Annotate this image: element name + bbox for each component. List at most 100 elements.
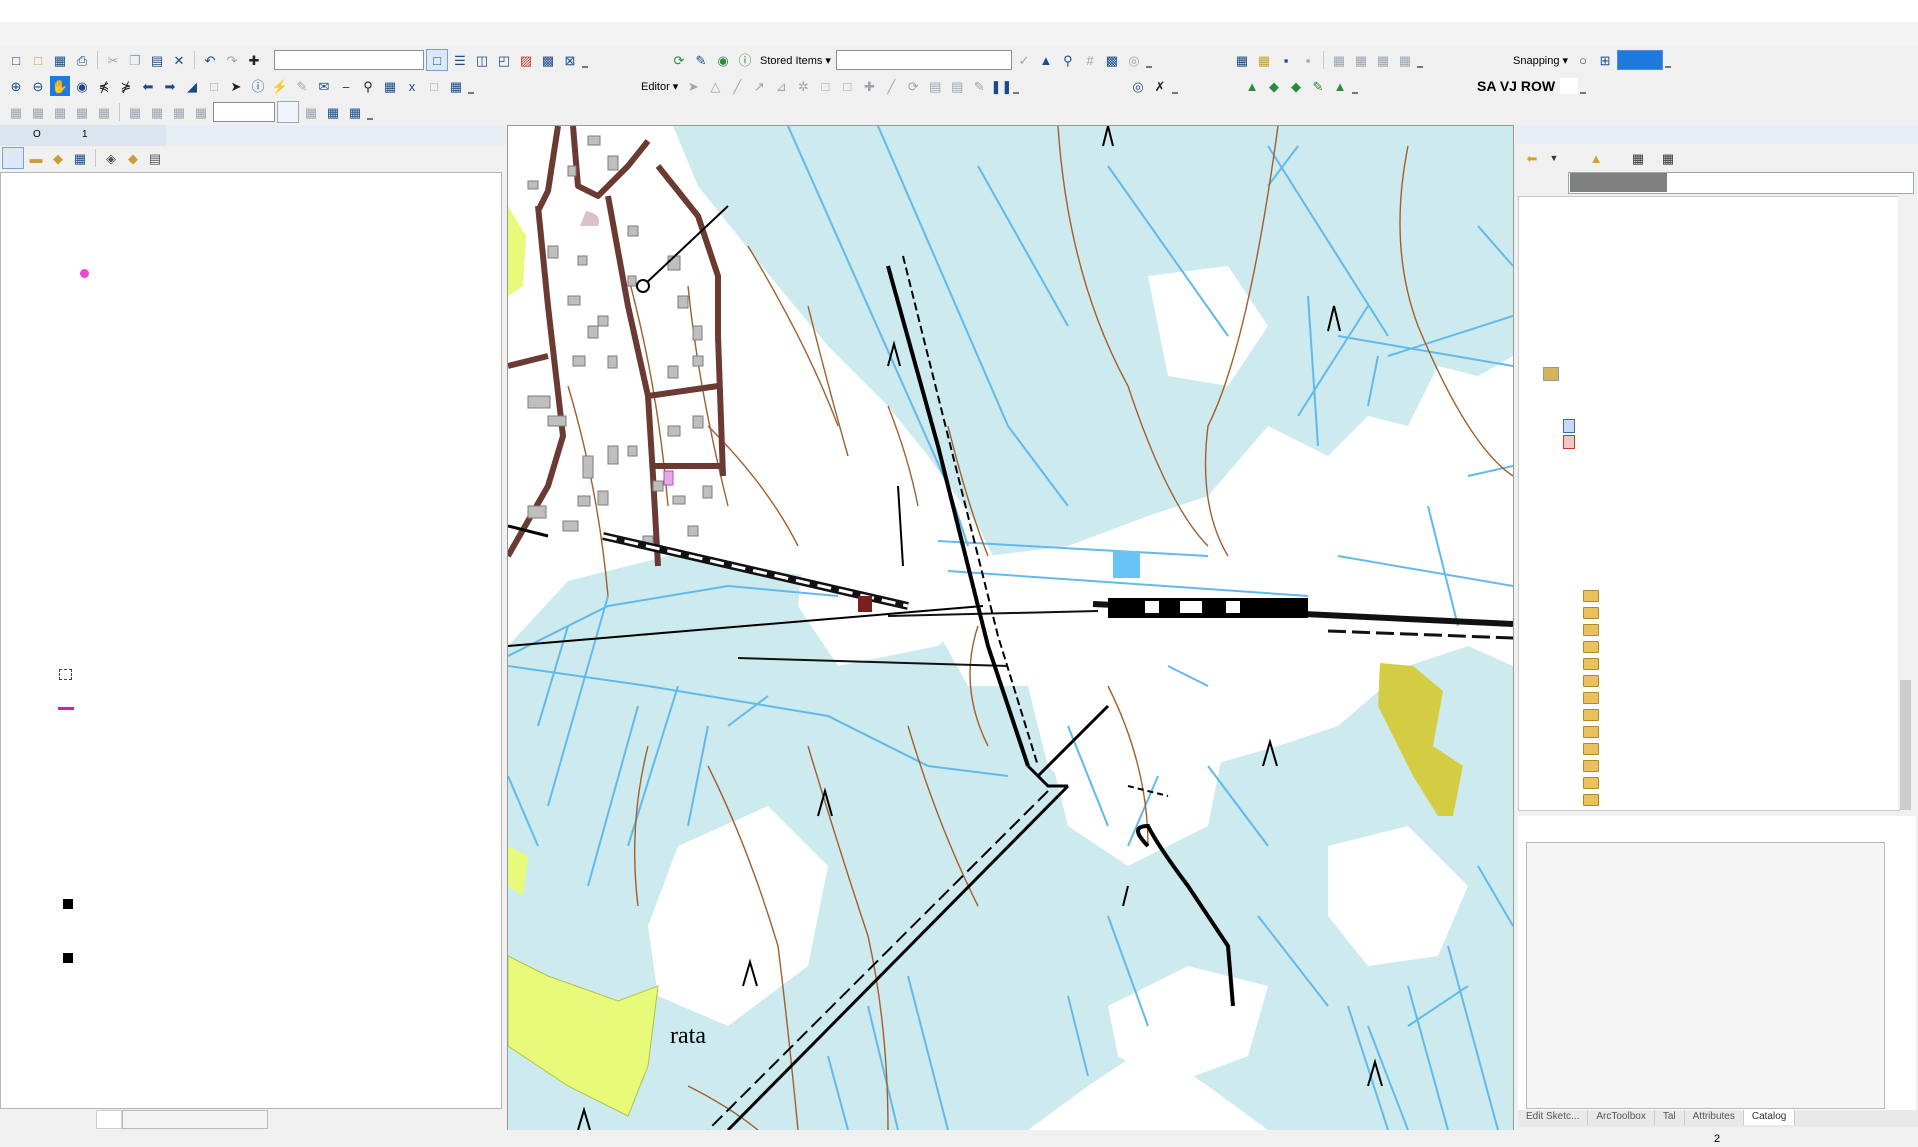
toolbar-grip[interactable] [367,104,373,120]
cut-icon[interactable]: ✂ [103,50,123,70]
copy-icon[interactable]: ❐ [125,50,145,70]
tab-attributes[interactable]: Attributes [1685,1110,1744,1125]
tab-edit-sketch[interactable]: Edit Sketc... [1518,1110,1589,1125]
map-canvas[interactable]: rata [508,126,1513,1130]
topology-icon[interactable]: ▦ [1232,50,1252,70]
tool-dim-icon[interactable]: ◎ [1124,50,1144,70]
add-data-icon[interactable]: ✚ [244,50,264,70]
database-icon[interactable] [1563,419,1575,433]
back-arrow-icon[interactable]: ⬅ [1522,148,1542,168]
tool-f-icon[interactable]: ▦ [125,102,145,122]
measure-icon[interactable]: ⎯ [336,76,356,96]
tool-d-icon[interactable]: ▦ [72,102,92,122]
catalog-scrollbar-thumb[interactable] [1900,680,1911,810]
split-icon[interactable]: ╱ [881,76,901,96]
tab-arctoolbox[interactable]: ArcToolbox [1588,1110,1655,1125]
trace-icon[interactable]: ⊿ [771,76,791,96]
folder-icon[interactable] [1583,760,1599,772]
tool-l-icon[interactable]: ▦ [345,102,365,122]
select-elements-icon[interactable]: ➤ [226,76,246,96]
html-popup-icon[interactable]: ✎ [292,76,312,96]
point-icon[interactable]: ✲ [793,76,813,96]
fixed-zoom-out-icon[interactable]: ⋡ [116,76,136,96]
toolbar-grip[interactable] [1172,78,1178,94]
tool-b-icon[interactable]: ▦ [28,102,48,122]
sketch-properties-icon[interactable]: ▤ [947,76,967,96]
toc-tab-a[interactable] [96,1110,122,1129]
editor-menu-label[interactable]: Editor ▾ [638,80,681,93]
go-to-xy-icon[interactable]: x [402,76,422,96]
folder-icon[interactable] [1583,777,1599,789]
tool-h-icon[interactable]: ▦ [169,102,189,122]
tool-e-icon[interactable]: ▦ [94,102,114,122]
tool-c-icon[interactable]: ▦ [50,102,70,122]
folder-icon[interactable] [1583,590,1599,602]
topology-icon-7[interactable]: ▦ [1373,50,1393,70]
list-by-visibility-icon[interactable]: ◆ [48,148,68,168]
cut-polygons-icon[interactable]: ✚ [859,76,879,96]
viewer-icon[interactable]: ▦ [446,76,466,96]
georef-icon[interactable]: ◎ [1128,76,1148,96]
toolbar-grip[interactable] [1013,78,1020,94]
edit-icon[interactable]: ✎ [691,50,711,70]
tool-k-icon[interactable]: ▦ [323,102,343,122]
python-window-icon[interactable]: ▩ [538,50,558,70]
toc-tab-b[interactable] [122,1110,268,1129]
pan-icon[interactable]: ✋ [50,76,70,96]
topology-icon-5[interactable]: ▦ [1329,50,1349,70]
folder-icon[interactable] [1583,641,1599,653]
labels-text[interactable]: SA VJ ROW [1474,78,1558,94]
editor-toolbar-icon[interactable]: □ [426,49,448,71]
folder-icon[interactable] [1583,709,1599,721]
pause-icon[interactable]: ❚❚ [990,76,1012,96]
time-slider-icon[interactable]: □ [424,76,444,96]
catalog-tree[interactable] [1518,196,1900,811]
toolbar-grip[interactable] [582,52,588,68]
folder-icon[interactable] [1583,658,1599,670]
end-point-arc-icon[interactable]: ↗ [749,76,769,96]
terrain-icon[interactable]: ▲ [1242,76,1262,96]
dropdown-icon[interactable]: ▼ [1544,148,1564,168]
database-error-icon[interactable] [1563,435,1575,449]
folder-icon[interactable] [1583,692,1599,704]
folder-icon[interactable] [1583,794,1599,806]
tool-a-icon[interactable]: ▦ [6,102,26,122]
open-folder-icon[interactable]: □ [28,50,48,70]
folder-icon[interactable] [1583,607,1599,619]
stored-items-label[interactable]: Stored Items ▾ [757,54,834,67]
back-extent-icon[interactable]: ⬅ [138,76,158,96]
zoom-out-icon[interactable]: ⊖ [28,76,48,96]
toolbar-grip[interactable] [1580,78,1587,94]
forward-extent-icon[interactable]: ➡ [160,76,180,96]
refresh-icon[interactable]: ⟳ [669,50,689,70]
georef-link-icon[interactable]: ✗ [1150,76,1170,96]
find-icon[interactable]: ⚲ [358,76,378,96]
draw-combo[interactable] [213,102,275,122]
point-snap-icon[interactable]: ○ [1573,50,1593,70]
toolbar-grip[interactable] [1417,52,1423,68]
identify-icon[interactable]: ⓘ [248,76,268,96]
full-extent-icon[interactable]: ◉ [72,76,92,96]
edit-vertices-icon[interactable]: □ [815,76,835,96]
terrain-5-icon[interactable]: ▲ [1330,76,1350,96]
folder-icon[interactable] [1583,675,1599,687]
create-features-icon[interactable]: ✎ [969,76,989,96]
map-view[interactable]: rata [507,125,1514,1131]
topology-icon-8[interactable]: ▦ [1395,50,1415,70]
tool-j-icon[interactable]: ▦ [301,102,321,122]
tab-tal[interactable]: Tal [1655,1110,1685,1125]
toolbox-icon[interactable] [1543,367,1559,381]
model-builder-icon[interactable]: ⊠ [560,50,580,70]
snap-color-swatch[interactable] [1617,50,1664,70]
grid-icon[interactable]: # [1080,50,1100,70]
print-icon[interactable]: ⎙ [72,50,92,70]
edit-tool-icon[interactable]: ➤ [683,76,703,96]
fixed-zoom-in-icon[interactable]: ⋠ [94,76,114,96]
layers-icon[interactable]: ◈ [101,148,121,168]
connect-folder-icon[interactable]: ▦ [1628,148,1648,168]
select-layer-icon[interactable]: ▩ [1102,50,1122,70]
attributes-icon[interactable]: ▤ [925,76,945,96]
zoom-layer-icon[interactable]: ⚲ [1058,50,1078,70]
paste-icon[interactable]: ▤ [147,50,167,70]
end-snap-icon[interactable]: ⊞ [1595,50,1615,70]
